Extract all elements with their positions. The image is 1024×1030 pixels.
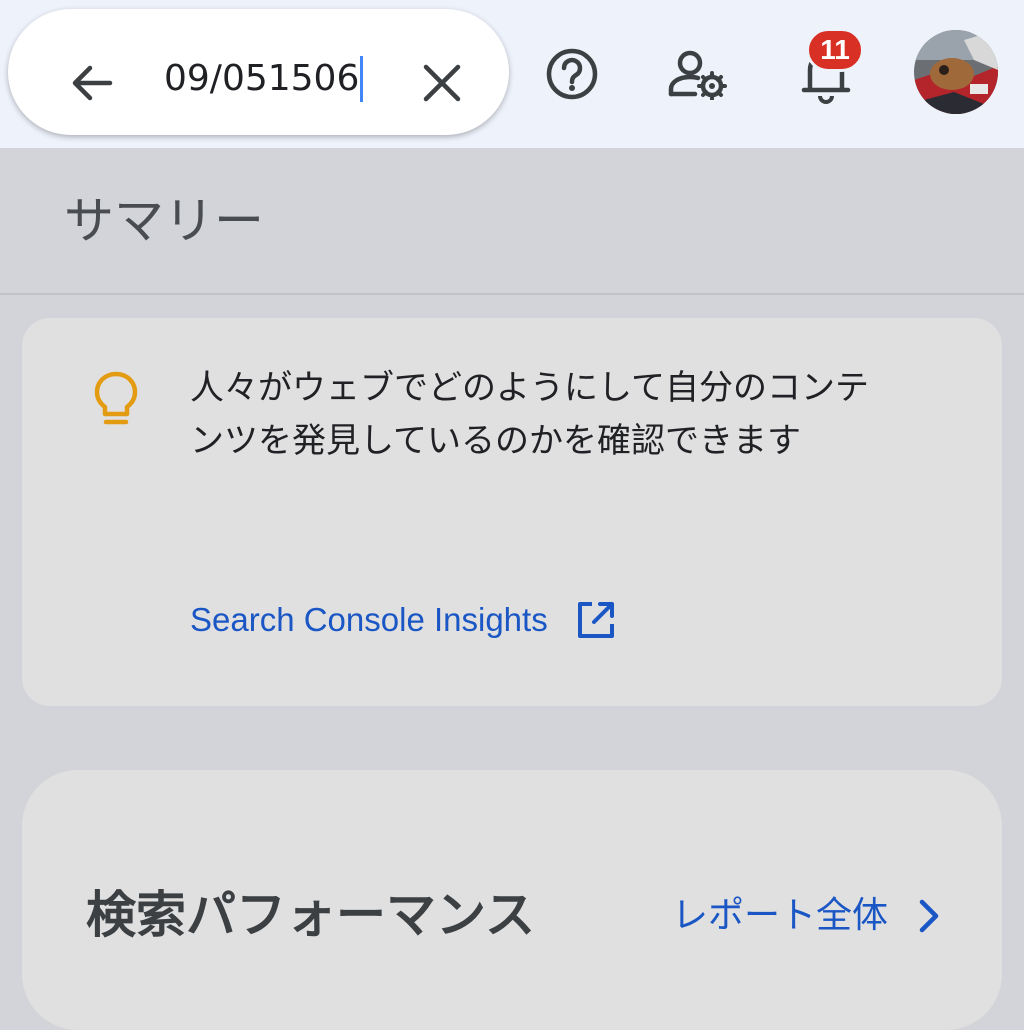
page-title: サマリー [64, 192, 264, 250]
search-performance-card: 検索パフォーマンス レポート全体 [22, 770, 1002, 1030]
search-bar[interactable]: 09/051506 [8, 9, 509, 135]
full-report-link[interactable]: レポート全体 [672, 890, 946, 942]
search-input[interactable]: 09/051506 [164, 51, 364, 107]
arrow-back-icon[interactable] [64, 55, 120, 111]
chevron-right-icon [919, 899, 939, 933]
close-icon[interactable] [416, 57, 468, 109]
search-performance-title: 検索パフォーマンス [86, 886, 535, 944]
lightbulb-icon [94, 371, 138, 425]
search-query-text: 09/051506 [164, 58, 360, 99]
full-report-label: レポート全体 [672, 895, 889, 936]
search-console-insights-link[interactable]: Search Console Insights [190, 598, 618, 642]
open-in-new-icon [577, 602, 614, 638]
top-app-bar: 09/051506 11 [0, 0, 1024, 148]
avatar-photo [914, 30, 998, 114]
help-circle-icon[interactable] [544, 46, 600, 102]
manage-accounts-icon[interactable] [668, 48, 728, 100]
insights-description: 人々がウェブでどのようにして自分のコンテンツを発見しているのかを確認できます [190, 368, 869, 461]
insights-card: 人々がウェブでどのようにして自分のコンテンツを発見しているのかを確認できます S… [22, 318, 1002, 706]
notification-count-badge: 11 [806, 28, 864, 72]
summary-header: サマリー [0, 148, 1024, 295]
avatar[interactable] [914, 30, 998, 114]
text-caret [360, 56, 364, 102]
insights-link-label: Search Console Insights [190, 601, 548, 638]
